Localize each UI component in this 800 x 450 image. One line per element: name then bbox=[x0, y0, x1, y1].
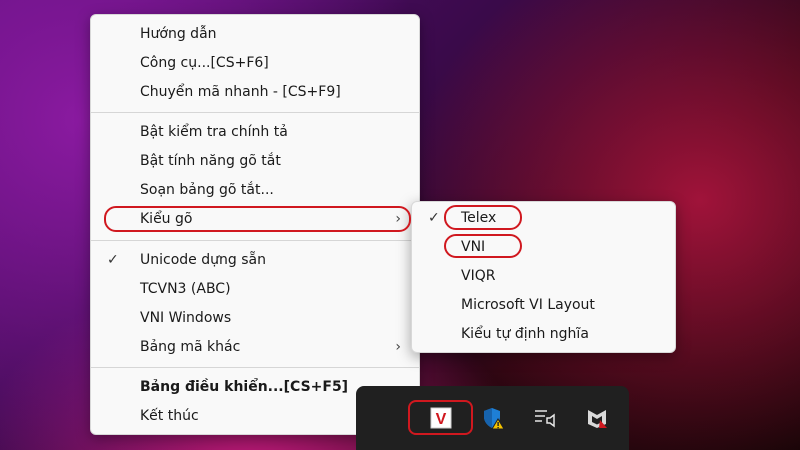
network-volume-icon[interactable] bbox=[532, 405, 558, 431]
menu-item-cong-cu[interactable]: Công cụ...[CS+F6] bbox=[91, 49, 419, 77]
menu-item-bang-ma-khac[interactable]: Bảng mã khác › bbox=[91, 333, 419, 361]
menu-item-kiem-tra-chinh-ta[interactable]: Bật kiểm tra chính tả bbox=[91, 118, 419, 146]
submenu-item-kieu-tu-dinh-nghia[interactable]: Kiểu tự định nghĩa bbox=[412, 320, 675, 348]
submenu-item-microsoft-vi-layout[interactable]: Microsoft VI Layout bbox=[412, 291, 675, 319]
menu-item-huong-dan[interactable]: Hướng dẫn bbox=[91, 20, 419, 48]
menu-item-vni-windows[interactable]: VNI Windows bbox=[91, 304, 419, 332]
menu-item-label: Microsoft VI Layout bbox=[461, 297, 595, 313]
defender-shield-warning-icon[interactable] bbox=[480, 405, 506, 431]
menu-item-label: Kiểu tự định nghĩa bbox=[461, 326, 589, 342]
menu-item-tcvn3[interactable]: TCVN3 (ABC) bbox=[91, 275, 419, 303]
menu-separator bbox=[91, 367, 419, 368]
menu-item-label: Bật tính năng gõ tắt bbox=[140, 153, 281, 169]
highlight-kieu-go bbox=[104, 206, 411, 232]
menu-item-label: Bảng mã khác bbox=[140, 339, 241, 355]
taskbar-tray: V bbox=[356, 386, 629, 450]
menu-item-label: Soạn bảng gõ tắt... bbox=[140, 182, 274, 198]
mcafee-icon[interactable] bbox=[584, 405, 610, 431]
menu-item-label: Bảng điều khiển...[CS+F5] bbox=[140, 379, 349, 395]
menu-separator bbox=[91, 112, 419, 113]
menu-item-label: Chuyển mã nhanh - [CS+F9] bbox=[140, 84, 341, 100]
menu-item-soan-bang-go-tat[interactable]: Soạn bảng gõ tắt... bbox=[91, 176, 419, 204]
menu-item-label: Công cụ...[CS+F6] bbox=[140, 55, 269, 71]
menu-item-label: Bật kiểm tra chính tả bbox=[140, 124, 288, 140]
menu-item-unicode-dung-san[interactable]: ✓ Unicode dựng sẵn bbox=[91, 246, 419, 274]
chevron-right-icon: › bbox=[395, 339, 401, 355]
menu-item-label: Kết thúc bbox=[140, 408, 199, 424]
menu-item-chuyen-ma-nhanh[interactable]: Chuyển mã nhanh - [CS+F9] bbox=[91, 78, 419, 106]
highlight-vni bbox=[444, 234, 522, 258]
submenu-item-viqr[interactable]: VIQR bbox=[412, 262, 675, 290]
highlight-telex bbox=[444, 205, 522, 230]
menu-item-label: VIQR bbox=[461, 268, 496, 284]
menu-item-label: VNI Windows bbox=[140, 310, 232, 326]
menu-item-label: Hướng dẫn bbox=[140, 26, 217, 42]
menu-separator bbox=[91, 240, 419, 241]
menu-item-label: Unicode dựng sẵn bbox=[140, 252, 266, 268]
checkmark-icon: ✓ bbox=[428, 210, 440, 226]
menu-item-go-tat[interactable]: Bật tính năng gõ tắt bbox=[91, 147, 419, 175]
menu-item-label: TCVN3 (ABC) bbox=[140, 281, 231, 297]
checkmark-icon: ✓ bbox=[107, 252, 119, 268]
highlight-unikey-tray-icon bbox=[408, 400, 473, 435]
